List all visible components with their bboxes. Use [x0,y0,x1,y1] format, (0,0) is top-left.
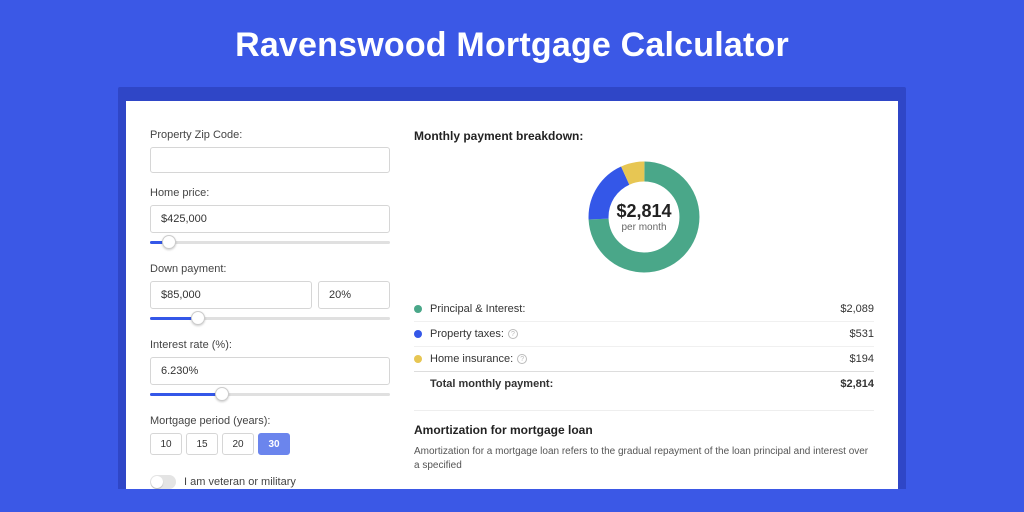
period-button-15[interactable]: 15 [186,433,218,455]
down-payment-input[interactable] [150,281,312,309]
legend-total-row: Total monthly payment:$2,814 [414,371,874,396]
breakdown-heading: Monthly payment breakdown: [414,129,874,143]
legend-value: $531 [850,328,874,340]
panel-shadow: Property Zip Code: Home price: Down paym… [118,87,906,489]
legend-dot [414,355,422,363]
donut-chart: $2,814 per month [584,157,704,277]
interest-rate-input[interactable] [150,357,390,385]
legend: Principal & Interest:$2,089Property taxe… [414,297,874,396]
period-label: Mortgage period (years): [150,415,390,427]
inputs-column: Property Zip Code: Home price: Down paym… [150,121,390,489]
zip-label: Property Zip Code: [150,129,390,141]
legend-label: Principal & Interest: [430,303,840,315]
donut-chart-area: $2,814 per month [414,151,874,291]
info-icon[interactable]: ? [508,329,518,339]
period-button-30[interactable]: 30 [258,433,290,455]
breakdown-column: Monthly payment breakdown: $2,814 per mo… [414,121,874,489]
slider-thumb[interactable] [162,235,176,249]
interest-rate-label: Interest rate (%): [150,339,390,351]
home-price-input[interactable] [150,205,390,233]
interest-rate-slider[interactable] [150,387,390,401]
down-payment-label: Down payment: [150,263,390,275]
home-price-slider[interactable] [150,235,390,249]
period-buttons: 10152030 [150,433,390,455]
slider-thumb[interactable] [215,387,229,401]
legend-dot [414,330,422,338]
legend-row: Principal & Interest:$2,089 [414,297,874,321]
donut-amount: $2,814 [616,201,671,222]
period-button-10[interactable]: 10 [150,433,182,455]
period-button-20[interactable]: 20 [222,433,254,455]
amortization-section: Amortization for mortgage loan Amortizat… [414,410,874,473]
legend-label: Home insurance: ? [430,353,850,365]
calculator-panel: Property Zip Code: Home price: Down paym… [126,101,898,489]
legend-label: Property taxes: ? [430,328,850,340]
info-icon[interactable]: ? [517,354,527,364]
total-value: $2,814 [840,378,874,390]
amortization-heading: Amortization for mortgage loan [414,423,874,437]
total-label: Total monthly payment: [430,378,840,390]
zip-input[interactable] [150,147,390,173]
legend-row: Home insurance: ?$194 [414,346,874,371]
veteran-toggle[interactable] [150,475,176,489]
home-price-label: Home price: [150,187,390,199]
veteran-label: I am veteran or military [184,476,296,488]
amortization-text: Amortization for a mortgage loan refers … [414,445,874,473]
down-payment-slider[interactable] [150,311,390,325]
legend-row: Property taxes: ?$531 [414,321,874,346]
slider-thumb[interactable] [191,311,205,325]
legend-dot [414,305,422,313]
down-payment-pct-input[interactable] [318,281,390,309]
donut-sub: per month [621,222,666,233]
legend-value: $2,089 [840,303,874,315]
page-title: Ravenswood Mortgage Calculator [0,0,1024,87]
legend-value: $194 [850,353,874,365]
